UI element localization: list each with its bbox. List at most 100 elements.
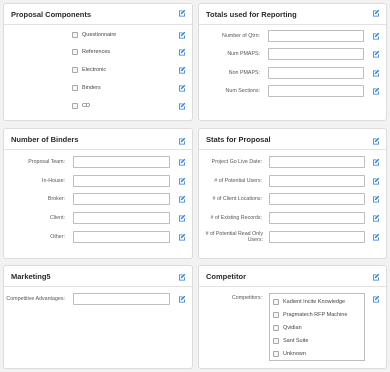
field-label: Num PMAPS: bbox=[227, 51, 260, 57]
checkbox-label: Questionnaire bbox=[82, 31, 117, 38]
edit-icon[interactable] bbox=[178, 31, 186, 39]
checkbox[interactable] bbox=[273, 311, 279, 318]
competitive-advantages-input[interactable] bbox=[73, 293, 170, 305]
checkbox[interactable] bbox=[72, 84, 78, 91]
competitor-panel: Competitor Competitors: Kadient Incite K… bbox=[198, 265, 387, 369]
checkbox-row-electronic[interactable]: Electronic bbox=[72, 65, 106, 74]
edit-icon[interactable] bbox=[372, 177, 380, 185]
edit-icon[interactable] bbox=[178, 273, 186, 281]
panel-title: Stats for Proposal bbox=[206, 135, 271, 144]
competitor-option[interactable]: Pragmatech RFP Machine bbox=[273, 310, 347, 319]
proposal-team-input[interactable] bbox=[73, 156, 170, 168]
edit-icon[interactable] bbox=[178, 9, 186, 17]
field-label: Other: bbox=[50, 234, 65, 240]
existing-records-input[interactable] bbox=[269, 212, 365, 224]
field-label: Num Sections: bbox=[225, 88, 260, 94]
competitor-option[interactable]: Unknown bbox=[273, 349, 306, 358]
field-label: Non PMAPS: bbox=[228, 70, 260, 76]
edit-icon[interactable] bbox=[372, 137, 380, 145]
client-input[interactable] bbox=[73, 212, 170, 224]
marketing-panel: Marketing5 Competitive Advantages: bbox=[3, 265, 193, 369]
go-live-date-input[interactable] bbox=[269, 156, 365, 168]
totals-reporting-panel: Totals used for Reporting Number of Qtrn… bbox=[198, 3, 387, 121]
checkbox[interactable] bbox=[273, 324, 279, 331]
checkbox-label: Binders bbox=[82, 84, 101, 91]
checkbox[interactable] bbox=[273, 298, 279, 305]
broker-input[interactable] bbox=[73, 193, 170, 205]
field-label: # of Client Locations: bbox=[212, 196, 262, 202]
edit-icon[interactable] bbox=[372, 158, 380, 166]
field-label: # of Potential Users: bbox=[214, 178, 262, 184]
edit-icon[interactable] bbox=[178, 48, 186, 56]
read-only-users-input[interactable] bbox=[269, 231, 365, 243]
other-input[interactable] bbox=[73, 231, 170, 243]
checkbox-label: Electronic bbox=[82, 66, 107, 73]
checkbox[interactable] bbox=[72, 102, 78, 109]
competitor-option[interactable]: Sant Suite bbox=[273, 336, 308, 345]
panel-divider bbox=[4, 286, 192, 287]
edit-icon[interactable] bbox=[372, 32, 380, 40]
panel-divider bbox=[4, 24, 192, 25]
edit-icon[interactable] bbox=[178, 295, 186, 303]
number-of-binders-panel: Number of Binders Proposal Team: In-Hous… bbox=[3, 128, 193, 259]
competitor-option[interactable]: Qvidian bbox=[273, 323, 302, 332]
checkbox-label: Unknown bbox=[283, 350, 306, 357]
checkbox-label: Sant Suite bbox=[283, 337, 309, 344]
panel-title: Marketing5 bbox=[11, 272, 51, 281]
edit-icon[interactable] bbox=[178, 195, 186, 203]
checkbox[interactable] bbox=[72, 66, 78, 73]
edit-icon[interactable] bbox=[178, 66, 186, 74]
num-sections-input[interactable] bbox=[268, 85, 364, 97]
edit-icon[interactable] bbox=[372, 87, 380, 95]
edit-icon[interactable] bbox=[372, 214, 380, 222]
checkbox[interactable] bbox=[72, 31, 78, 38]
checkbox[interactable] bbox=[273, 350, 279, 357]
field-label: Competitors: bbox=[231, 295, 262, 301]
edit-icon[interactable] bbox=[372, 9, 380, 17]
edit-icon[interactable] bbox=[372, 273, 380, 281]
edit-icon[interactable] bbox=[372, 233, 380, 241]
edit-icon[interactable] bbox=[372, 295, 380, 303]
checkbox-label: Kadient Incite Knowledge bbox=[283, 298, 346, 305]
num-qtrn-input[interactable] bbox=[268, 30, 364, 42]
edit-icon[interactable] bbox=[372, 50, 380, 58]
proposal-components-panel: Proposal Components Questionnaire Refere… bbox=[3, 3, 193, 121]
panel-title: Proposal Components bbox=[11, 10, 92, 19]
competitor-option[interactable]: Kadient Incite Knowledge bbox=[273, 297, 345, 306]
checkbox[interactable] bbox=[273, 337, 279, 344]
checkbox-row-binders[interactable]: Binders bbox=[72, 83, 101, 92]
non-pmaps-input[interactable] bbox=[268, 67, 364, 79]
panel-divider bbox=[199, 149, 386, 150]
checkbox-label: References bbox=[82, 48, 111, 55]
panel-divider bbox=[199, 24, 386, 25]
in-house-input[interactable] bbox=[73, 175, 170, 187]
edit-icon[interactable] bbox=[178, 137, 186, 145]
panel-title: Totals used for Reporting bbox=[206, 10, 297, 19]
client-locations-input[interactable] bbox=[269, 193, 365, 205]
field-label: Competitive Advantages: bbox=[6, 296, 65, 302]
edit-icon[interactable] bbox=[178, 214, 186, 222]
potential-users-input[interactable] bbox=[269, 175, 365, 187]
field-label: In-House: bbox=[42, 178, 65, 184]
checkbox-label: Qvidian bbox=[283, 324, 302, 331]
checkbox-label: CD bbox=[82, 102, 90, 109]
checkbox[interactable] bbox=[72, 48, 78, 55]
panel-title: Competitor bbox=[206, 272, 246, 281]
edit-icon[interactable] bbox=[372, 69, 380, 77]
edit-icon[interactable] bbox=[178, 177, 186, 185]
edit-icon[interactable] bbox=[178, 158, 186, 166]
edit-icon[interactable] bbox=[372, 195, 380, 203]
checkbox-row-cd[interactable]: CD bbox=[72, 101, 90, 110]
panel-divider bbox=[4, 149, 192, 150]
checkbox-row-questionnaire[interactable]: Questionnaire bbox=[72, 30, 116, 39]
field-label: # of Existing Records: bbox=[210, 215, 262, 221]
field-label: Broker: bbox=[47, 196, 65, 202]
edit-icon[interactable] bbox=[178, 84, 186, 92]
checkbox-label: Pragmatech RFP Machine bbox=[283, 311, 348, 318]
field-label: # of Potential Read Only Users: bbox=[205, 231, 263, 243]
num-pmaps-input[interactable] bbox=[268, 48, 364, 60]
edit-icon[interactable] bbox=[178, 102, 186, 110]
checkbox-row-references[interactable]: References bbox=[72, 47, 110, 56]
competitors-listbox[interactable]: Kadient Incite Knowledge Pragmatech RFP … bbox=[269, 293, 365, 361]
edit-icon[interactable] bbox=[178, 233, 186, 241]
